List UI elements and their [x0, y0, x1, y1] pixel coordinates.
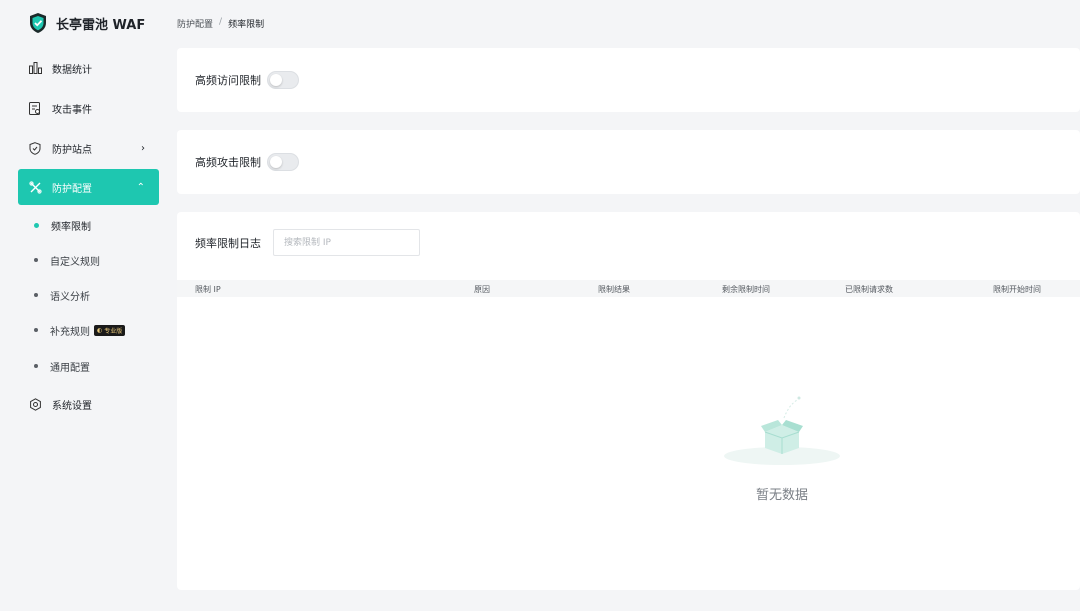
shield-icon: [28, 141, 42, 155]
sidebar-item-label: 防护站点: [52, 144, 92, 156]
sidebar-item-label: 系统设置: [52, 400, 92, 412]
empty-box-icon: [724, 396, 840, 465]
column-header-result: 限制结果: [598, 285, 630, 294]
log-header: 频率限制日志: [195, 229, 420, 256]
bar-chart-icon: [28, 61, 42, 75]
column-header-request-count: 已限制请求数: [845, 285, 893, 294]
bullet-icon: [34, 293, 38, 297]
sidebar: 长亭雷池 WAF 数据统计 攻击事件 防护站点 › 防护配置 ⌃ 频率限制 自定…: [0, 0, 168, 611]
app-title: 长亭雷池 WAF: [56, 17, 146, 33]
rate-limit-log-card: 频率限制日志 限制 IP 原因 限制结果 剩余限制时间 已限制请求数 限制开始时…: [177, 212, 1080, 590]
pro-badge-icon: ◐: [97, 326, 103, 334]
high-freq-access-toggle[interactable]: [267, 71, 299, 89]
document-icon: [28, 101, 42, 115]
high-freq-access-card: 高频访问限制: [177, 48, 1080, 112]
sidebar-item-protected-sites[interactable]: 防护站点 ›: [18, 131, 159, 165]
sidebar-item-protection-config[interactable]: 防护配置 ⌃: [18, 169, 159, 205]
toggle-knob: [270, 156, 282, 168]
sidebar-subitem-general-config[interactable]: 通用配置: [18, 353, 159, 379]
sidebar-subitem-rate-limit[interactable]: 频率限制: [18, 212, 159, 238]
chevron-right-icon: ›: [141, 142, 145, 154]
log-title: 频率限制日志: [195, 236, 261, 250]
high-freq-attack-toggle[interactable]: [267, 153, 299, 171]
sidebar-subitem-semantic-analysis[interactable]: 语义分析: [18, 282, 159, 308]
table-header: 限制 IP 原因 限制结果 剩余限制时间 已限制请求数 限制开始时间: [177, 280, 1080, 297]
bullet-icon: [34, 328, 38, 332]
toggle-knob: [270, 74, 282, 86]
column-header-start-time: 限制开始时间: [993, 285, 1041, 294]
empty-text: 暂无数据: [755, 488, 808, 503]
shield-logo-icon: [30, 13, 46, 33]
tools-icon: [28, 180, 42, 194]
sidebar-subitem-supplementary-rules[interactable]: 补充规则 ◐ 专业版: [18, 317, 159, 343]
sidebar-item-statistics[interactable]: 数据统计: [18, 51, 159, 85]
gear-icon: [28, 397, 42, 411]
breadcrumb-parent[interactable]: 防护配置: [177, 17, 213, 30]
search-ip-input[interactable]: [273, 229, 420, 256]
high-freq-access-label: 高频访问限制: [195, 74, 261, 87]
app-logo[interactable]: 长亭雷池 WAF: [28, 11, 145, 35]
pro-edition-badge: ◐ 专业版: [94, 324, 126, 336]
sidebar-subitem-custom-rules[interactable]: 自定义规则: [18, 247, 159, 273]
high-freq-attack-label: 高频攻击限制: [195, 156, 261, 169]
sidebar-item-system-settings[interactable]: 系统设置: [18, 387, 159, 421]
sidebar-subitem-label: 通用配置: [50, 362, 90, 374]
chevron-up-icon: ⌃: [136, 181, 145, 193]
sidebar-subitem-label: 自定义规则: [50, 256, 100, 268]
sidebar-item-label: 攻击事件: [52, 104, 92, 116]
sidebar-subitem-label: 补充规则: [50, 326, 90, 338]
high-freq-attack-card: 高频攻击限制: [177, 130, 1080, 194]
column-header-remaining-time: 剩余限制时间: [722, 285, 770, 294]
sidebar-item-label: 防护配置: [52, 183, 92, 195]
bullet-icon: [34, 222, 39, 228]
bullet-icon: [34, 364, 38, 368]
empty-state: 暂无数据: [717, 392, 847, 503]
column-header-ip: 限制 IP: [195, 285, 221, 294]
sidebar-subitem-label: 语义分析: [50, 291, 90, 303]
breadcrumb-separator: /: [219, 17, 223, 27]
column-header-reason: 原因: [474, 285, 490, 294]
breadcrumb: 防护配置 / 频率限制: [177, 17, 264, 30]
sidebar-item-attack-events[interactable]: 攻击事件: [18, 91, 159, 125]
breadcrumb-current: 频率限制: [228, 20, 265, 30]
sidebar-subitem-label: 频率限制: [51, 221, 91, 233]
bullet-icon: [34, 258, 38, 262]
sidebar-item-label: 数据统计: [52, 64, 92, 76]
